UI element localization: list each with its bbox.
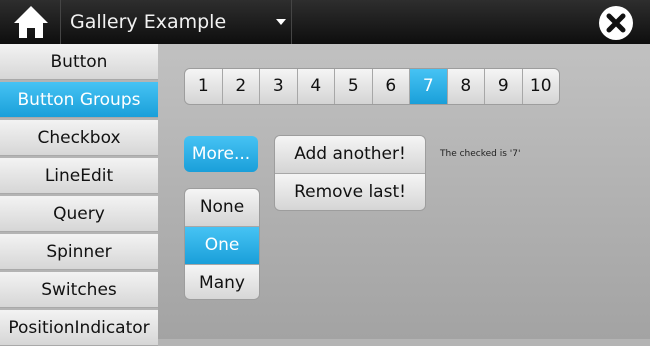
title-bar: Gallery Example bbox=[0, 0, 650, 44]
checked-status-text: The checked is '7' bbox=[440, 149, 521, 159]
option-none[interactable]: None bbox=[185, 189, 259, 227]
home-button[interactable] bbox=[0, 0, 60, 44]
number-button-group: 1 2 3 4 5 6 7 8 9 10 bbox=[184, 68, 560, 105]
more-button[interactable]: More... bbox=[184, 136, 258, 172]
number-button-8[interactable]: 8 bbox=[447, 69, 485, 104]
sidebar-item-lineedit[interactable]: LineEdit bbox=[0, 158, 158, 194]
sidebar-item-checkbox[interactable]: Checkbox bbox=[0, 120, 158, 156]
sidebar-item-switches[interactable]: Switches bbox=[0, 272, 158, 308]
number-button-3[interactable]: 3 bbox=[260, 69, 298, 104]
number-button-5[interactable]: 5 bbox=[335, 69, 373, 104]
option-many[interactable]: Many bbox=[185, 265, 259, 299]
home-icon bbox=[14, 6, 48, 38]
option-one[interactable]: One bbox=[185, 227, 259, 265]
number-button-7[interactable]: 7 bbox=[410, 69, 448, 104]
add-remove-group: Add another! Remove last! bbox=[274, 135, 426, 211]
sidebar-item-button-groups[interactable]: Button Groups bbox=[0, 82, 158, 118]
number-button-1[interactable]: 1 bbox=[185, 69, 223, 104]
close-button[interactable] bbox=[598, 5, 634, 41]
divider bbox=[60, 0, 61, 44]
sidebar-item-button[interactable]: Button bbox=[0, 44, 158, 80]
number-button-4[interactable]: 4 bbox=[297, 69, 335, 104]
close-icon bbox=[599, 6, 633, 40]
chevron-down-icon bbox=[276, 19, 286, 25]
number-button-2[interactable]: 2 bbox=[222, 69, 260, 104]
sidebar-item-query[interactable]: Query bbox=[0, 196, 158, 232]
vertical-button-group: None One Many bbox=[184, 188, 260, 300]
sidebar-item-positionindicator[interactable]: PositionIndicator bbox=[0, 310, 158, 346]
remove-last-button[interactable]: Remove last! bbox=[275, 174, 425, 210]
number-button-10[interactable]: 10 bbox=[522, 69, 559, 104]
divider bbox=[291, 0, 292, 44]
add-another-button[interactable]: Add another! bbox=[275, 136, 425, 174]
number-button-9[interactable]: 9 bbox=[485, 69, 523, 104]
main-panel: 1 2 3 4 5 6 7 8 9 10 More... None One Ma… bbox=[158, 44, 650, 339]
app-title: Gallery Example bbox=[70, 11, 227, 33]
sidebar: Button Button Groups Checkbox LineEdit Q… bbox=[0, 44, 158, 346]
sidebar-item-spinner[interactable]: Spinner bbox=[0, 234, 158, 270]
number-button-6[interactable]: 6 bbox=[372, 69, 410, 104]
